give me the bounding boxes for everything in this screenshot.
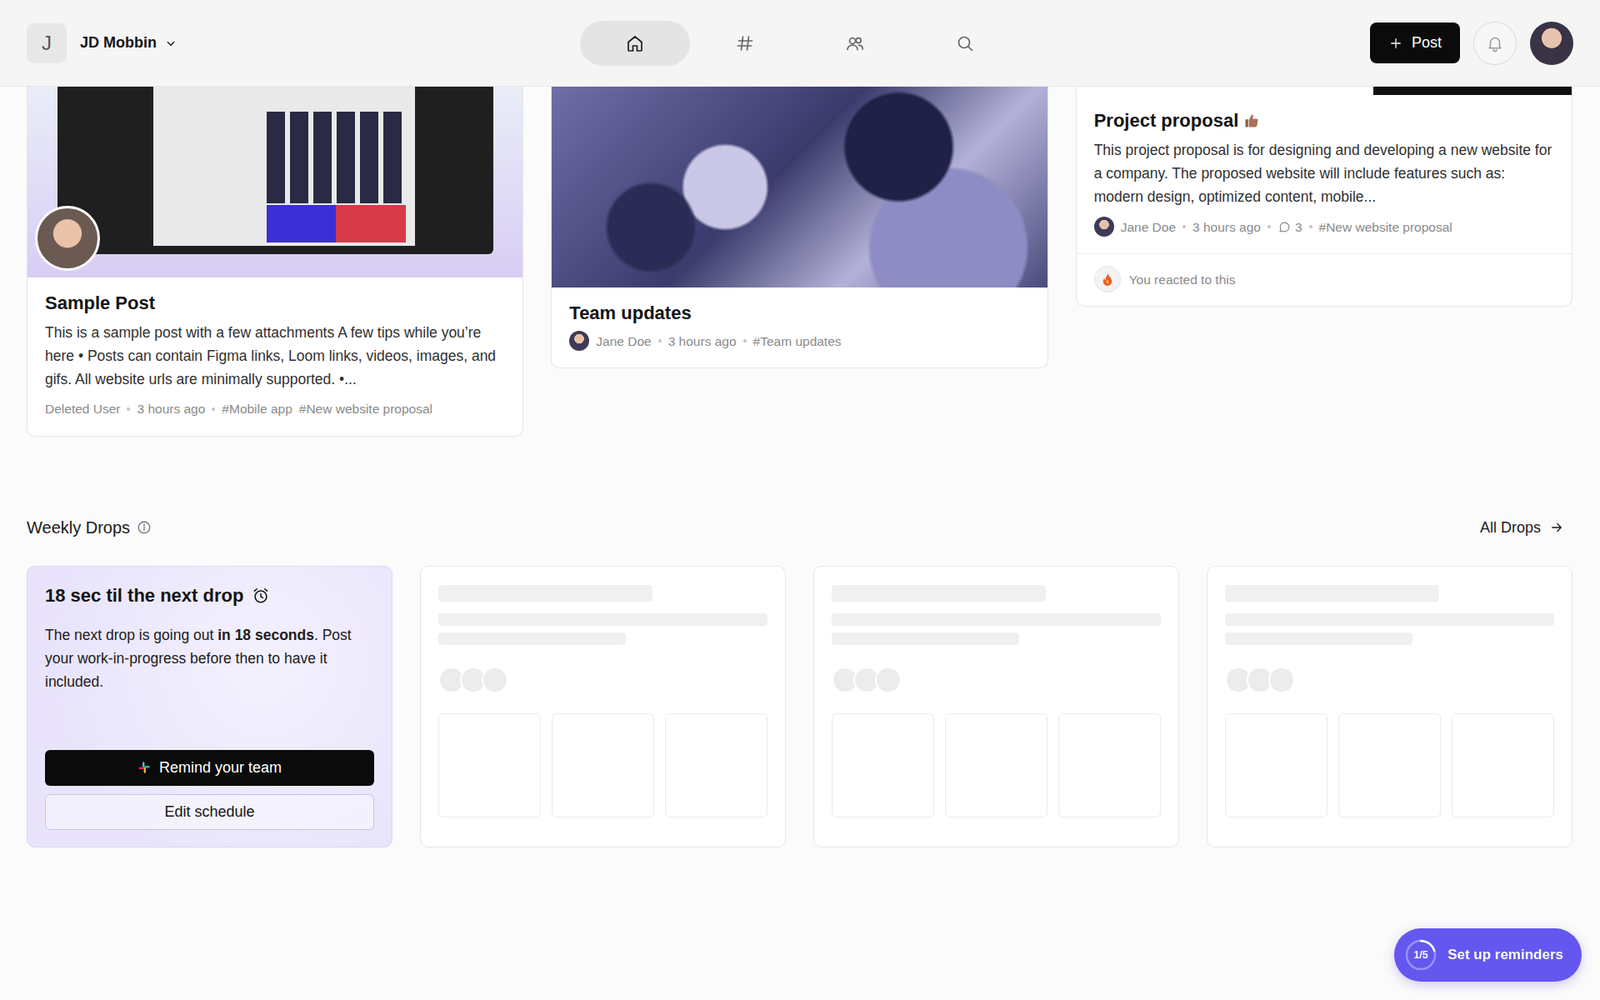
channels-icon xyxy=(735,33,755,54)
thumbs-up-icon xyxy=(1243,112,1260,130)
comment-icon xyxy=(1277,220,1292,235)
workspace-name: JD Mobbin xyxy=(80,31,157,55)
post-media xyxy=(27,86,523,278)
people-icon xyxy=(845,33,865,54)
workspace-avatar: J xyxy=(26,23,67,64)
reaction-row: You reacted to this xyxy=(1076,253,1572,306)
alarm-clock-icon xyxy=(251,586,270,605)
main-nav xyxy=(580,20,1020,66)
post-meta: Deleted User 3 hours ago #Mobile app #New w… xyxy=(45,399,505,419)
edit-schedule-button[interactable]: Edit schedule xyxy=(45,794,375,830)
comment-count[interactable]: 3 xyxy=(1277,217,1303,237)
author-avatar xyxy=(1094,216,1115,237)
post-time: 3 hours ago xyxy=(136,399,205,419)
arrow-right-icon xyxy=(1549,520,1565,535)
setup-reminders-button[interactable]: 1/5Set up reminders xyxy=(1394,928,1582,982)
nav-item[interactable] xyxy=(690,20,800,66)
post-author[interactable]: Jane Doe xyxy=(1120,217,1176,237)
post-excerpt: This is a sample post with a few attachm… xyxy=(45,320,505,391)
post-media xyxy=(551,86,1047,288)
drop-card-placeholder xyxy=(420,565,786,848)
post-title: Sample Post xyxy=(45,292,505,315)
info-icon[interactable] xyxy=(136,520,152,535)
post-title: Project proposal xyxy=(1094,110,1555,132)
channel-tag[interactable]: #Team updates xyxy=(753,331,842,351)
section-title: Weekly Drops xyxy=(26,517,130,538)
nav-item[interactable] xyxy=(800,20,910,66)
user-avatar[interactable] xyxy=(1530,21,1574,65)
next-drop-card: 18 sec til the next drop The next drop is… xyxy=(26,565,393,848)
next-drop-title: 18 sec til the next drop xyxy=(45,585,375,607)
notifications-button[interactable] xyxy=(1473,21,1517,65)
home-icon xyxy=(625,33,645,54)
bell-icon xyxy=(1485,34,1505,53)
slack-icon xyxy=(137,760,151,775)
drop-card-placeholder xyxy=(813,565,1180,848)
channel-tag[interactable]: #New website proposal xyxy=(299,399,433,419)
workspace-switcher[interactable]: J JD Mobbin xyxy=(26,23,179,64)
remind-team-button[interactable]: Remind your team xyxy=(45,750,375,786)
post-excerpt: This project proposal is for designing a… xyxy=(1094,138,1555,209)
channel-tag[interactable]: #New website proposal xyxy=(1319,217,1453,237)
post-card[interactable]: Sample Post This is a sample post with a … xyxy=(26,86,524,437)
plus-icon xyxy=(1388,35,1404,51)
author-avatar xyxy=(569,330,590,351)
channel-tag[interactable]: #Mobile app xyxy=(221,399,292,419)
post-feed: Sample Post This is a sample post with a … xyxy=(0,86,1600,437)
top-bar: J JD Mobbin Post xyxy=(0,0,1600,87)
next-drop-text: The next drop is going out in 18 seconds… xyxy=(45,623,375,694)
chevron-down-icon xyxy=(163,35,179,51)
fire-icon[interactable] xyxy=(1094,265,1121,293)
post-meta: Jane Doe 3 hours ago #Team updates xyxy=(569,330,1030,351)
progress-ring: 1/5 xyxy=(1404,938,1438,972)
post-card[interactable]: Team updates Jane Doe 3 hours ago #Team upd… xyxy=(550,86,1048,369)
post-meta: Jane Doe 3 hours ago 3 #New website proposa… xyxy=(1094,216,1555,237)
drops-row: 18 sec til the next drop The next drop is… xyxy=(0,565,1600,881)
post-media xyxy=(1076,86,1572,95)
post-author[interactable]: Deleted User xyxy=(45,399,120,419)
post-card[interactable]: Project proposal This project proposal is… xyxy=(1075,86,1573,307)
post-time: 3 hours ago xyxy=(1192,217,1261,237)
post-button[interactable]: Post xyxy=(1370,22,1460,64)
author-video-avatar xyxy=(35,205,100,271)
all-drops-link[interactable]: All Drops xyxy=(1480,516,1565,540)
nav-item[interactable] xyxy=(580,20,690,66)
post-time: 3 hours ago xyxy=(668,331,737,351)
drop-card-placeholder xyxy=(1206,565,1573,848)
post-title: Team updates xyxy=(569,302,1030,325)
post-author[interactable]: Jane Doe xyxy=(595,331,651,351)
drops-header: Weekly Drops All Drops xyxy=(0,516,1600,540)
search-icon xyxy=(955,33,975,54)
nav-item[interactable] xyxy=(910,20,1020,66)
